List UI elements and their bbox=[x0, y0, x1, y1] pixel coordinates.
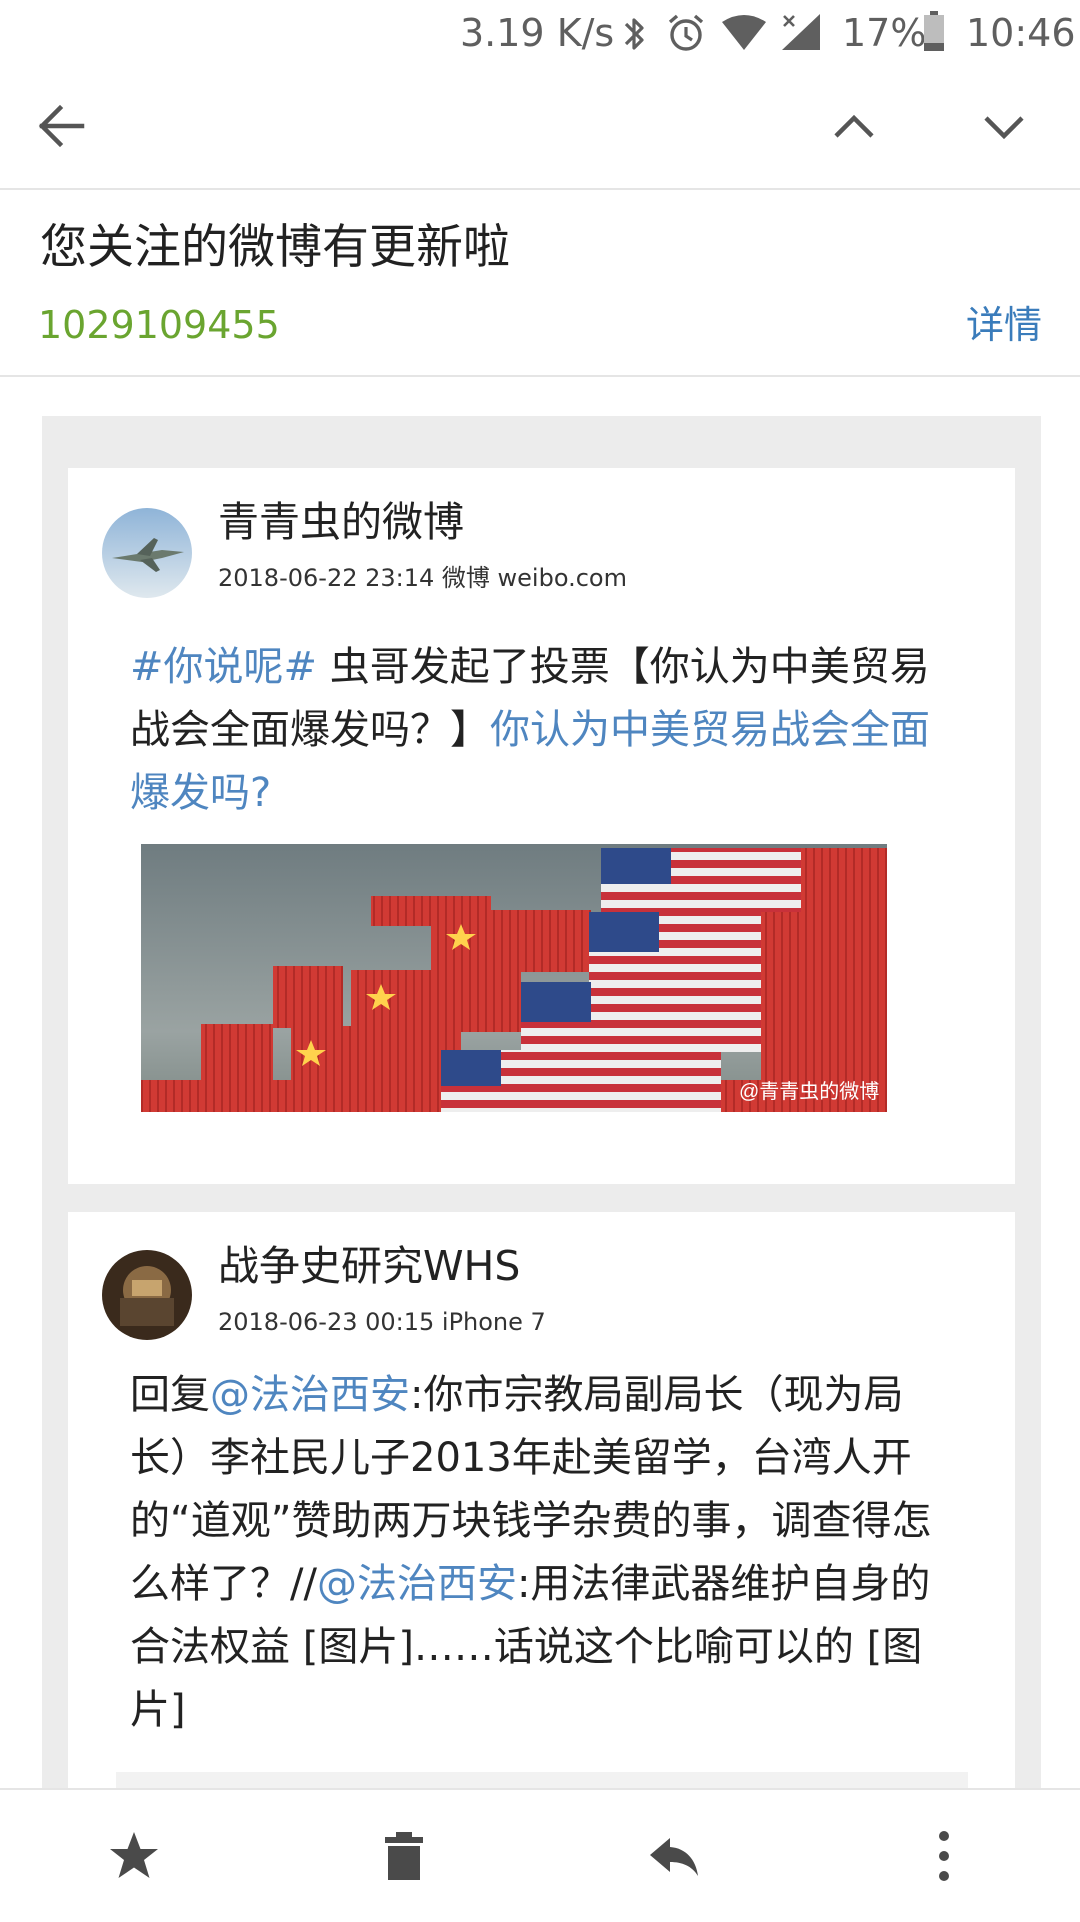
mention-link[interactable]: @法治西安 bbox=[317, 1561, 517, 1607]
chevron-up-icon bbox=[834, 114, 874, 138]
avatar[interactable] bbox=[102, 1250, 192, 1340]
divider bbox=[0, 375, 1080, 377]
trash-icon bbox=[385, 1832, 423, 1880]
bluetooth-icon bbox=[624, 18, 644, 50]
chevron-down-icon bbox=[984, 116, 1024, 140]
alarm-icon bbox=[668, 14, 704, 51]
wifi-icon bbox=[722, 15, 766, 50]
sender-address[interactable]: 1029109455 bbox=[38, 300, 280, 350]
post-text: #你说呢# 虫哥发起了投票【你认为中美贸易战会全面爆发吗？】你认为中美贸易战会全… bbox=[130, 636, 960, 825]
avatar[interactable] bbox=[102, 508, 192, 598]
arrow-left-icon bbox=[38, 104, 85, 148]
image-watermark: @青青虫的微博 bbox=[739, 1080, 879, 1103]
post-text-body: 回复 bbox=[130, 1372, 210, 1418]
weibo-post-card: 战争史研究WHS 2018-06-23 00:15 iPhone 7 回复@法治… bbox=[68, 1212, 1015, 1856]
post-author[interactable]: 青青虫的微博 bbox=[218, 496, 464, 548]
more-vert-icon bbox=[939, 1831, 949, 1881]
battery-percent: 17% bbox=[842, 11, 927, 55]
weibo-post-card: 青青虫的微博 2018-06-22 23:14 微博 weibo.com #你说… bbox=[68, 468, 1015, 1184]
next-button[interactable] bbox=[972, 94, 1036, 158]
hashtag-link[interactable]: #你说呢# bbox=[130, 644, 317, 690]
details-link[interactable]: 详情 bbox=[966, 300, 1042, 350]
mention-link[interactable]: @法治西安 bbox=[210, 1372, 410, 1418]
delete-button[interactable] bbox=[376, 1828, 432, 1884]
post-meta: 2018-06-23 00:15 iPhone 7 bbox=[218, 1308, 546, 1336]
email-body: 青青虫的微博 2018-06-22 23:14 微博 weibo.com #你说… bbox=[42, 416, 1041, 1856]
top-toolbar bbox=[0, 66, 1080, 190]
star-icon bbox=[110, 1832, 158, 1878]
more-options-button[interactable] bbox=[916, 1828, 972, 1884]
star-button[interactable] bbox=[106, 1828, 162, 1884]
network-speed: 3.19 K/s bbox=[460, 11, 615, 55]
post-text: 回复@法治西安:你市宗教局副局长（现为局长）李社民儿子2013年赴美留学，台湾人… bbox=[130, 1364, 960, 1742]
status-bar: 3.19 K/s 17% 10:46 bbox=[0, 0, 1080, 66]
clock: 10:46 bbox=[966, 11, 1076, 55]
battery-icon bbox=[924, 11, 944, 51]
post-author[interactable]: 战争史研究WHS bbox=[218, 1240, 520, 1292]
back-button[interactable] bbox=[30, 94, 94, 158]
email-subject: 您关注的微博有更新啦 bbox=[40, 220, 510, 275]
reply-button[interactable] bbox=[646, 1828, 702, 1884]
post-meta: 2018-06-22 23:14 微博 weibo.com bbox=[218, 564, 627, 592]
post-image[interactable]: @青青虫的微博 bbox=[141, 844, 887, 1112]
cell-signal-icon bbox=[782, 14, 820, 50]
reply-icon bbox=[650, 1838, 698, 1876]
previous-button[interactable] bbox=[822, 94, 886, 158]
bottom-action-bar bbox=[0, 1788, 1080, 1922]
